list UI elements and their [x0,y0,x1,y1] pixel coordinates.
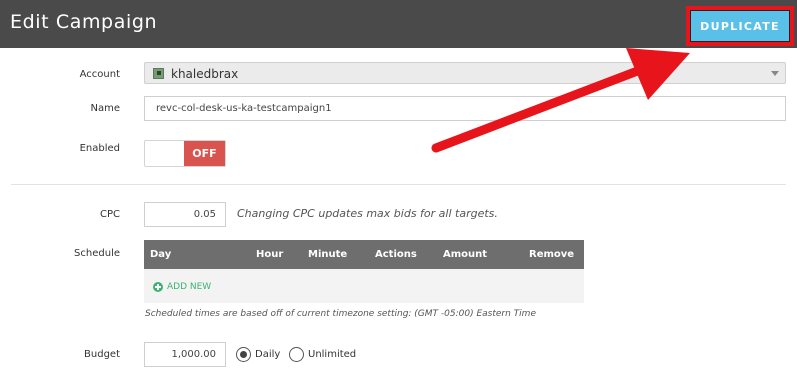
cpc-hint: Changing CPC updates max bids for all ta… [237,207,498,220]
account-select[interactable]: khaledbrax [144,62,786,84]
column-hour: Hour [256,249,284,260]
chevron-down-icon[interactable] [771,71,779,76]
column-actions: Actions [375,249,417,260]
column-minute: Minute [308,249,348,260]
unlimited-radio[interactable] [289,347,304,362]
add-new-link[interactable]: ADD NEW [167,282,211,292]
schedule-table-header: Day Hour Minute Actions Amount Remove [144,240,584,269]
column-day: Day [150,249,172,260]
account-icon [153,68,164,79]
name-input[interactable] [144,96,786,121]
enabled-label: Enabled [79,143,120,154]
daily-label: Daily [255,349,281,360]
account-label: Account [79,69,120,80]
unlimited-label: Unlimited [308,349,357,360]
duplicate-button[interactable]: DUPLICATE [691,11,789,41]
page-title: Edit Campaign [10,11,158,33]
section-divider [11,184,786,185]
enabled-toggle[interactable]: OFF [144,140,226,167]
column-remove: Remove [529,249,575,260]
header-bar: Edit Campaign DUPLICATE [0,0,797,48]
column-amount: Amount [443,249,488,260]
budget-input[interactable] [144,342,226,367]
toggle-off-state[interactable]: OFF [184,141,225,166]
schedule-note: Scheduled times are based off of current… [145,309,536,319]
cpc-input[interactable] [144,202,226,227]
schedule-label: Schedule [74,248,120,259]
schedule-table-body: ADD NEW [144,269,584,303]
add-icon[interactable] [153,282,163,292]
account-value: khaledbrax [171,67,239,81]
daily-radio[interactable] [236,347,251,362]
name-label: Name [90,103,120,114]
annotation-arrow-icon [431,48,690,153]
cpc-label: CPC [100,209,120,220]
budget-label: Budget [84,349,120,360]
